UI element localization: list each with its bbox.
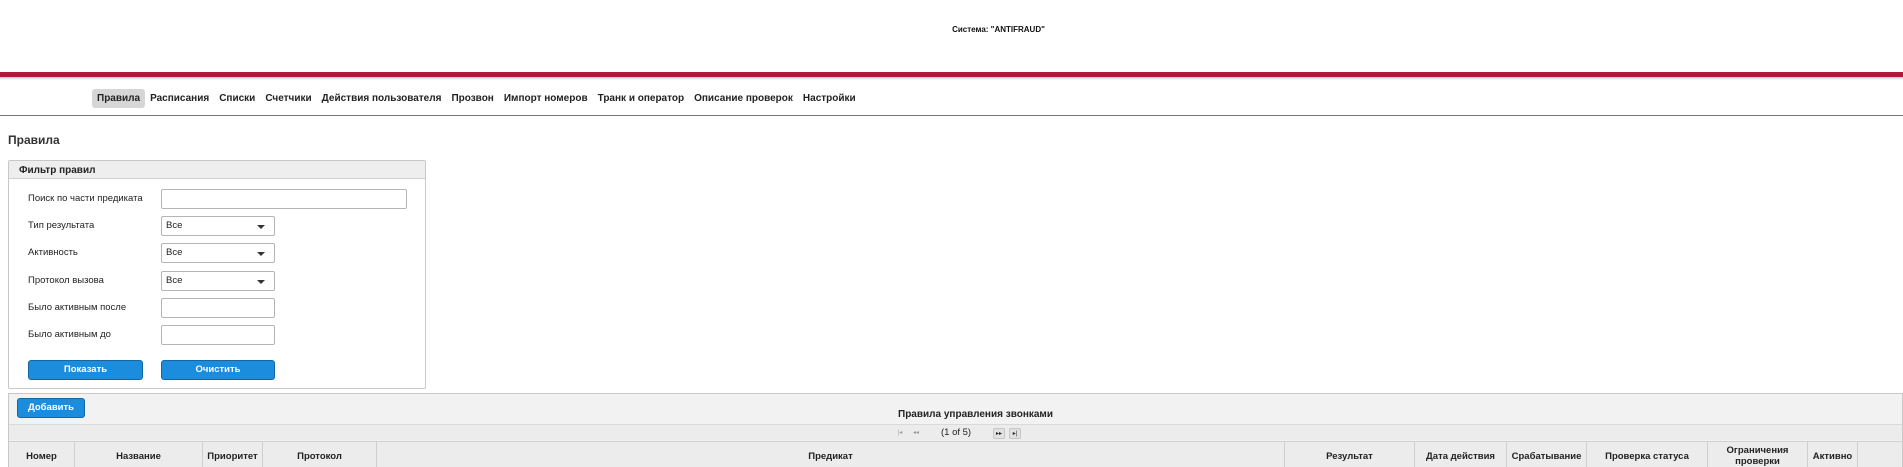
call-protocol-select[interactable]: Все bbox=[161, 271, 275, 291]
column-header-active[interactable]: Активно bbox=[1808, 442, 1858, 467]
call-protocol-value: Все bbox=[166, 275, 183, 286]
column-header-action-date[interactable]: Дата действия bbox=[1415, 442, 1507, 467]
rules-table-panel: Правила управления звонками Добавить |◂ … bbox=[8, 393, 1903, 467]
nav-item-schedules[interactable]: Расписания bbox=[145, 89, 214, 108]
column-header-number[interactable]: Номер bbox=[9, 442, 75, 467]
column-header-check-limits[interactable]: Ограничения проверки bbox=[1708, 442, 1808, 467]
activity-value: Все bbox=[166, 247, 183, 258]
filter-row-activity: Активность Все bbox=[9, 243, 425, 263]
nav-item-lists[interactable]: Списки bbox=[214, 89, 260, 108]
filter-row-result-type: Тип результата Все bbox=[9, 216, 425, 236]
activity-select[interactable]: Все bbox=[161, 243, 275, 263]
activity-label: Активность bbox=[28, 247, 78, 258]
result-type-label: Тип результата bbox=[28, 220, 95, 231]
active-before-date-input[interactable] bbox=[161, 325, 275, 345]
nav-item-rules[interactable]: Правила bbox=[92, 89, 146, 108]
prev-page-icon[interactable]: ◂◂ bbox=[910, 428, 922, 439]
page-indicator: (1 of 5) bbox=[941, 427, 972, 438]
rules-filter-panel: Фильтр правил Поиск по части предиката Т… bbox=[8, 160, 426, 389]
nav-item-number-import[interactable]: Импорт номеров bbox=[499, 89, 593, 108]
active-after-label: Было активным после bbox=[28, 302, 127, 313]
filter-row-protocol: Протокол вызова Все bbox=[9, 271, 425, 291]
nav-item-user-actions[interactable]: Действия пользователя bbox=[317, 89, 447, 108]
table-paginator: |◂ ◂◂ (1 of 5) ▸▸ ▸| bbox=[9, 424, 1902, 440]
active-after-date-input[interactable] bbox=[161, 298, 275, 318]
nav-item-settings[interactable]: Настройки bbox=[798, 89, 861, 108]
first-page-icon[interactable]: |◂ bbox=[894, 428, 906, 439]
result-type-value: Все bbox=[166, 220, 183, 231]
active-before-label: Было активным до bbox=[28, 329, 111, 340]
column-header-result[interactable]: Результат bbox=[1285, 442, 1415, 467]
system-title: Система: "ANTIFRAUD" bbox=[952, 25, 1045, 34]
chevron-down-icon bbox=[257, 280, 265, 284]
nav-item-trunk-operator[interactable]: Транк и оператор bbox=[593, 89, 690, 108]
nav-item-dialing[interactable]: Прозвон bbox=[446, 89, 498, 108]
filter-row-active-before: Было активным до bbox=[9, 325, 425, 345]
page-title: Правила bbox=[8, 133, 60, 147]
main-nav: Правила Расписания Списки Счетчики Дейст… bbox=[92, 89, 861, 108]
column-header-priority[interactable]: Приоритет bbox=[203, 442, 263, 467]
nav-divider bbox=[0, 115, 1903, 116]
filter-row-active-after: Было активным после bbox=[9, 298, 425, 318]
next-page-icon[interactable]: ▸▸ bbox=[993, 428, 1005, 439]
last-page-icon[interactable]: ▸| bbox=[1009, 428, 1021, 439]
column-header-name[interactable]: Название bbox=[75, 442, 203, 467]
result-type-select[interactable]: Все bbox=[161, 216, 275, 236]
filter-row-predicate: Поиск по части предиката bbox=[9, 189, 425, 209]
table-caption: Правила управления звонками bbox=[898, 409, 1053, 420]
filter-panel-header: Фильтр правил bbox=[9, 161, 425, 179]
call-protocol-label: Протокол вызова bbox=[28, 275, 104, 286]
show-button[interactable]: Показать bbox=[28, 360, 143, 380]
nav-item-counters[interactable]: Счетчики bbox=[260, 89, 316, 108]
add-rule-button[interactable]: Добавить bbox=[17, 398, 85, 418]
chevron-down-icon bbox=[257, 252, 265, 256]
header-accent-shadow bbox=[0, 77, 1903, 80]
column-header-triggering[interactable]: Срабатывание bbox=[1507, 442, 1587, 467]
clear-button[interactable]: Очистить bbox=[161, 360, 275, 380]
predicate-search-input[interactable] bbox=[161, 189, 407, 209]
predicate-search-label: Поиск по части предиката bbox=[28, 193, 143, 204]
chevron-down-icon bbox=[257, 225, 265, 229]
table-header-row: Номер Название Приоритет Протокол Предик… bbox=[9, 441, 1902, 467]
column-header-status-check[interactable]: Проверка статуса bbox=[1587, 442, 1708, 467]
nav-item-checks-description[interactable]: Описание проверок bbox=[689, 89, 798, 108]
column-header-protocol[interactable]: Протокол bbox=[263, 442, 377, 467]
column-header-predicate[interactable]: Предикат bbox=[377, 442, 1285, 467]
